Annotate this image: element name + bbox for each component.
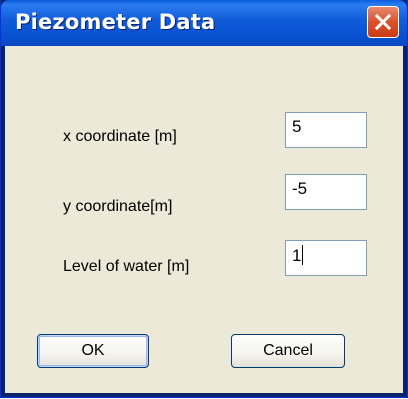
y-coordinate-value: -5 (292, 179, 308, 198)
x-coordinate-value: 5 (292, 117, 302, 136)
water-level-value: 1 (292, 246, 302, 265)
close-button[interactable] (367, 6, 399, 38)
text-caret (302, 245, 304, 265)
window-title: Piezometer Data (15, 10, 216, 34)
ok-button[interactable]: OK (37, 334, 149, 368)
x-coordinate-label: x coordinate [m] (63, 128, 177, 145)
cancel-button[interactable]: Cancel (231, 334, 345, 368)
close-icon (375, 14, 391, 30)
y-coordinate-label: y coordinate[m] (63, 198, 173, 215)
water-level-input[interactable]: 1 (285, 240, 367, 276)
water-level-label: Level of water [m] (63, 258, 190, 275)
dialog-client-area: x coordinate [m] 5 y coordinate[m] -5 Le… (5, 46, 403, 393)
dialog-window: Piezometer Data x coordinate [m] 5 y coo… (0, 0, 408, 398)
y-coordinate-input[interactable]: -5 (285, 174, 367, 210)
title-bar[interactable]: Piezometer Data (1, 0, 407, 46)
x-coordinate-input[interactable]: 5 (285, 112, 367, 148)
